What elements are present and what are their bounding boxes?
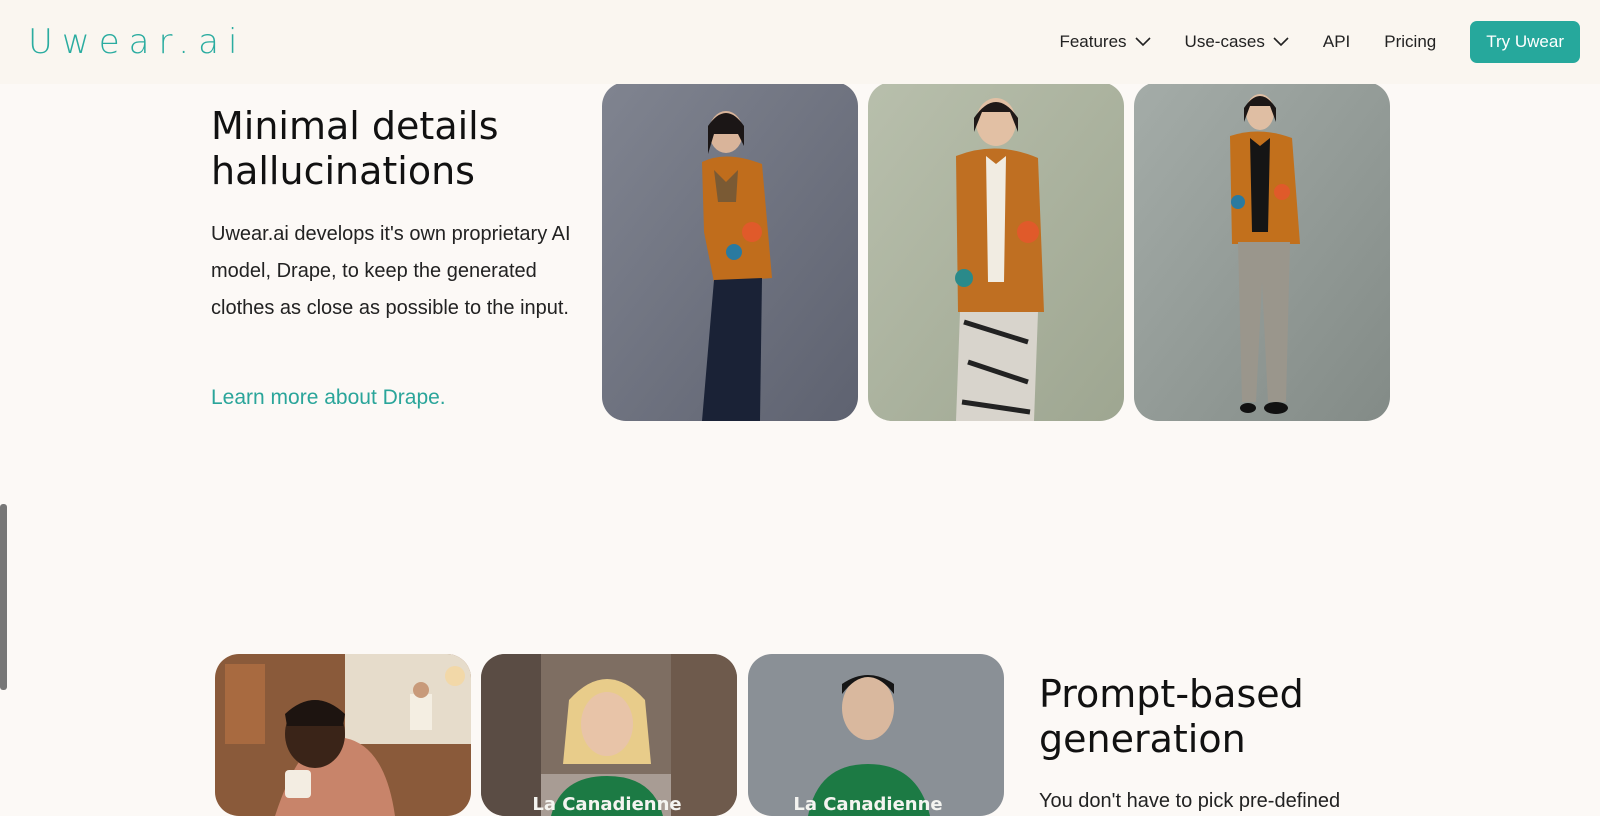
model-photo-4: [215, 654, 471, 816]
nav-use-cases[interactable]: Use-cases: [1185, 32, 1289, 52]
learn-more-drape-link[interactable]: Learn more about Drape.: [211, 386, 446, 410]
chevron-down-icon: [1273, 37, 1289, 47]
nav-features[interactable]: Features: [1059, 32, 1151, 52]
model-photo-3: [1134, 82, 1390, 421]
section-title-hallucinations: Minimal details hallucinations: [211, 104, 499, 193]
shirt-print-text: La Canadienne: [793, 794, 942, 815]
section-title-prompt-based: Prompt-based generation: [1039, 672, 1304, 761]
model-photo-1: [602, 82, 858, 421]
main-nav: Features Use-cases API Pricing Try Uwear: [1059, 21, 1580, 63]
page: Uwear.ai Features Use-cases API Pricing …: [0, 0, 1600, 816]
model-photo-5: La Canadienne: [481, 654, 737, 816]
try-uwear-button[interactable]: Try Uwear: [1470, 21, 1580, 63]
nav-pricing[interactable]: Pricing: [1384, 32, 1436, 52]
model-photo-6: La Canadienne: [748, 654, 1004, 816]
logo[interactable]: Uwear.ai: [28, 20, 246, 64]
nav-use-cases-label: Use-cases: [1184, 32, 1265, 51]
nav-api[interactable]: API: [1323, 32, 1350, 52]
section-description-drape: Uwear.ai develops it's own proprietary A…: [211, 223, 571, 319]
section-description-prompt: You don't have to pick pre-defined: [1039, 790, 1341, 812]
top-nav-bar: Uwear.ai Features Use-cases API Pricing …: [0, 0, 1600, 84]
shirt-print-text: La Canadienne: [532, 794, 681, 815]
chevron-down-icon: [1134, 37, 1151, 47]
nav-features-label: Features: [1059, 32, 1127, 51]
model-photo-2: [868, 82, 1124, 421]
scrollbar-thumb[interactable]: [0, 504, 7, 690]
